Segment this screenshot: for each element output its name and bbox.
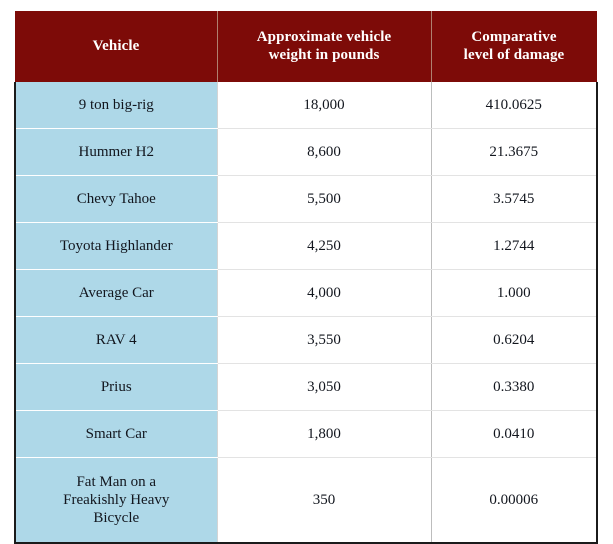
header-row: Vehicle Approximate vehicle weight in po… <box>15 11 597 82</box>
table-row: Prius 3,050 0.3380 <box>14 363 598 411</box>
column-header-weight: Approximate vehicle weight in pounds <box>217 11 431 82</box>
cell-damage: 3.5745 <box>431 175 598 223</box>
cell-weight: 3,050 <box>217 363 432 411</box>
column-header-damage-line1: Comparative <box>471 28 557 45</box>
table-row: Hummer H2 8,600 21.3675 <box>14 128 598 176</box>
cell-vehicle-line1: Fat Man on a <box>76 474 157 490</box>
cell-weight: 1,800 <box>217 410 432 458</box>
cell-vehicle: Average Car <box>14 269 218 317</box>
table-row: Average Car 4,000 1.000 <box>14 269 598 317</box>
table-row: Smart Car 1,800 0.0410 <box>14 410 598 458</box>
damage-table-container: Vehicle Approximate vehicle weight in po… <box>14 11 598 544</box>
cell-vehicle: Fat Man on a Freakishly Heavy Bicycle <box>14 457 218 544</box>
cell-vehicle: 9 ton big-rig <box>14 82 218 129</box>
column-header-damage-line2: level of damage <box>463 46 565 63</box>
cell-weight: 350 <box>217 457 432 544</box>
cell-vehicle: Prius <box>14 363 218 411</box>
column-header-vehicle: Vehicle <box>15 11 217 82</box>
table-row: RAV 4 3,550 0.6204 <box>14 316 598 364</box>
cell-damage: 1.000 <box>431 269 598 317</box>
cell-vehicle-line2: Freakishly Heavy <box>63 492 170 508</box>
cell-damage: 0.0410 <box>431 410 598 458</box>
cell-weight: 4,000 <box>217 269 432 317</box>
cell-damage: 410.0625 <box>431 82 598 129</box>
cell-vehicle: Toyota Highlander <box>14 222 218 270</box>
table-row: Fat Man on a Freakishly Heavy Bicycle 35… <box>14 457 598 544</box>
cell-damage: 0.6204 <box>431 316 598 364</box>
cell-weight: 8,600 <box>217 128 432 176</box>
table-header: Vehicle Approximate vehicle weight in po… <box>15 11 597 82</box>
cell-damage: 1.2744 <box>431 222 598 270</box>
column-header-weight-line2: weight in pounds <box>268 46 380 63</box>
cell-vehicle-line3: Bicycle <box>93 510 140 526</box>
cell-vehicle: Smart Car <box>14 410 218 458</box>
cell-damage: 0.3380 <box>431 363 598 411</box>
cell-vehicle: Hummer H2 <box>14 128 218 176</box>
cell-damage: 0.00006 <box>431 457 598 544</box>
table-body: 9 ton big-rig 18,000 410.0625 Hummer H2 … <box>14 82 598 544</box>
column-header-damage: Comparative level of damage <box>431 11 597 82</box>
cell-vehicle: Chevy Tahoe <box>14 175 218 223</box>
cell-weight: 5,500 <box>217 175 432 223</box>
cell-weight: 4,250 <box>217 222 432 270</box>
table-row: Chevy Tahoe 5,500 3.5745 <box>14 175 598 223</box>
cell-weight: 3,550 <box>217 316 432 364</box>
table-row: 9 ton big-rig 18,000 410.0625 <box>14 82 598 129</box>
cell-damage: 21.3675 <box>431 128 598 176</box>
column-header-vehicle-line1: Vehicle <box>92 37 140 54</box>
column-header-weight-line1: Approximate vehicle <box>256 28 392 45</box>
vehicle-damage-table: Vehicle Approximate vehicle weight in po… <box>14 11 598 544</box>
table-row: Toyota Highlander 4,250 1.2744 <box>14 222 598 270</box>
cell-vehicle: RAV 4 <box>14 316 218 364</box>
cell-weight: 18,000 <box>217 82 432 129</box>
